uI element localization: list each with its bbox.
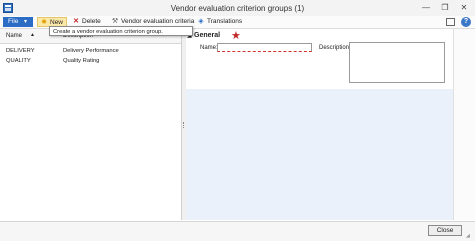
- description-field[interactable]: [349, 42, 445, 83]
- sun-icon: ✸: [41, 19, 47, 26]
- cell-description: Quality Rating: [63, 58, 100, 64]
- cell-name: DELIVERY: [6, 48, 35, 54]
- minimize-button[interactable]: —: [420, 2, 432, 13]
- table-row[interactable]: DELIVERY Delivery Performance: [0, 47, 181, 57]
- details-scroll-area: [453, 29, 475, 220]
- sort-ascending-icon: ▲: [30, 32, 35, 38]
- section-title-general[interactable]: General: [194, 32, 220, 39]
- layout-icon[interactable]: [446, 18, 455, 26]
- translations-label: Translations: [207, 18, 243, 25]
- title-bar: Vendor evaluation criterion groups (1) —…: [0, 0, 475, 17]
- translations-button[interactable]: ◈ Translations: [197, 17, 242, 27]
- close-button[interactable]: Close: [428, 225, 462, 236]
- window-title: Vendor evaluation criterion groups (1): [170, 4, 305, 13]
- chevron-down-icon: ▾: [24, 19, 28, 25]
- delete-label: Delete: [82, 18, 101, 25]
- table-row[interactable]: QUALITY Quality Rating: [0, 57, 181, 67]
- footer-bar: Close ◢: [0, 221, 475, 241]
- description-label: Description:: [319, 45, 351, 51]
- required-star-icon: ★: [231, 30, 241, 42]
- file-label: File: [8, 18, 19, 25]
- help-icon[interactable]: ?: [461, 17, 471, 27]
- details-pane: ◢ General ★ Name: Description:: [186, 29, 475, 220]
- resize-grip-icon[interactable]: ◢: [466, 233, 470, 239]
- cell-name: QUALITY: [6, 58, 31, 64]
- name-label: Name:: [200, 45, 218, 51]
- translations-icon: ◈: [198, 18, 204, 25]
- new-button-tooltip: Create a vendor evaluation criterion gro…: [49, 26, 193, 36]
- grid-pane: Name ▲ Description DELIVERY Delivery Per…: [0, 29, 182, 220]
- close-window-button[interactable]: ✕: [458, 2, 470, 13]
- name-field[interactable]: [217, 43, 312, 52]
- restore-button[interactable]: ❐: [439, 2, 451, 13]
- new-label: New: [50, 19, 64, 26]
- general-fasttab: ◢ General ★ Name: Description:: [186, 29, 453, 89]
- details-empty-area: [186, 89, 453, 220]
- criteria-label: Vendor evaluation criteria: [121, 18, 195, 25]
- cell-description: Delivery Performance: [63, 48, 119, 54]
- column-header-name[interactable]: Name: [6, 33, 22, 39]
- file-menu-button[interactable]: File: [3, 17, 33, 27]
